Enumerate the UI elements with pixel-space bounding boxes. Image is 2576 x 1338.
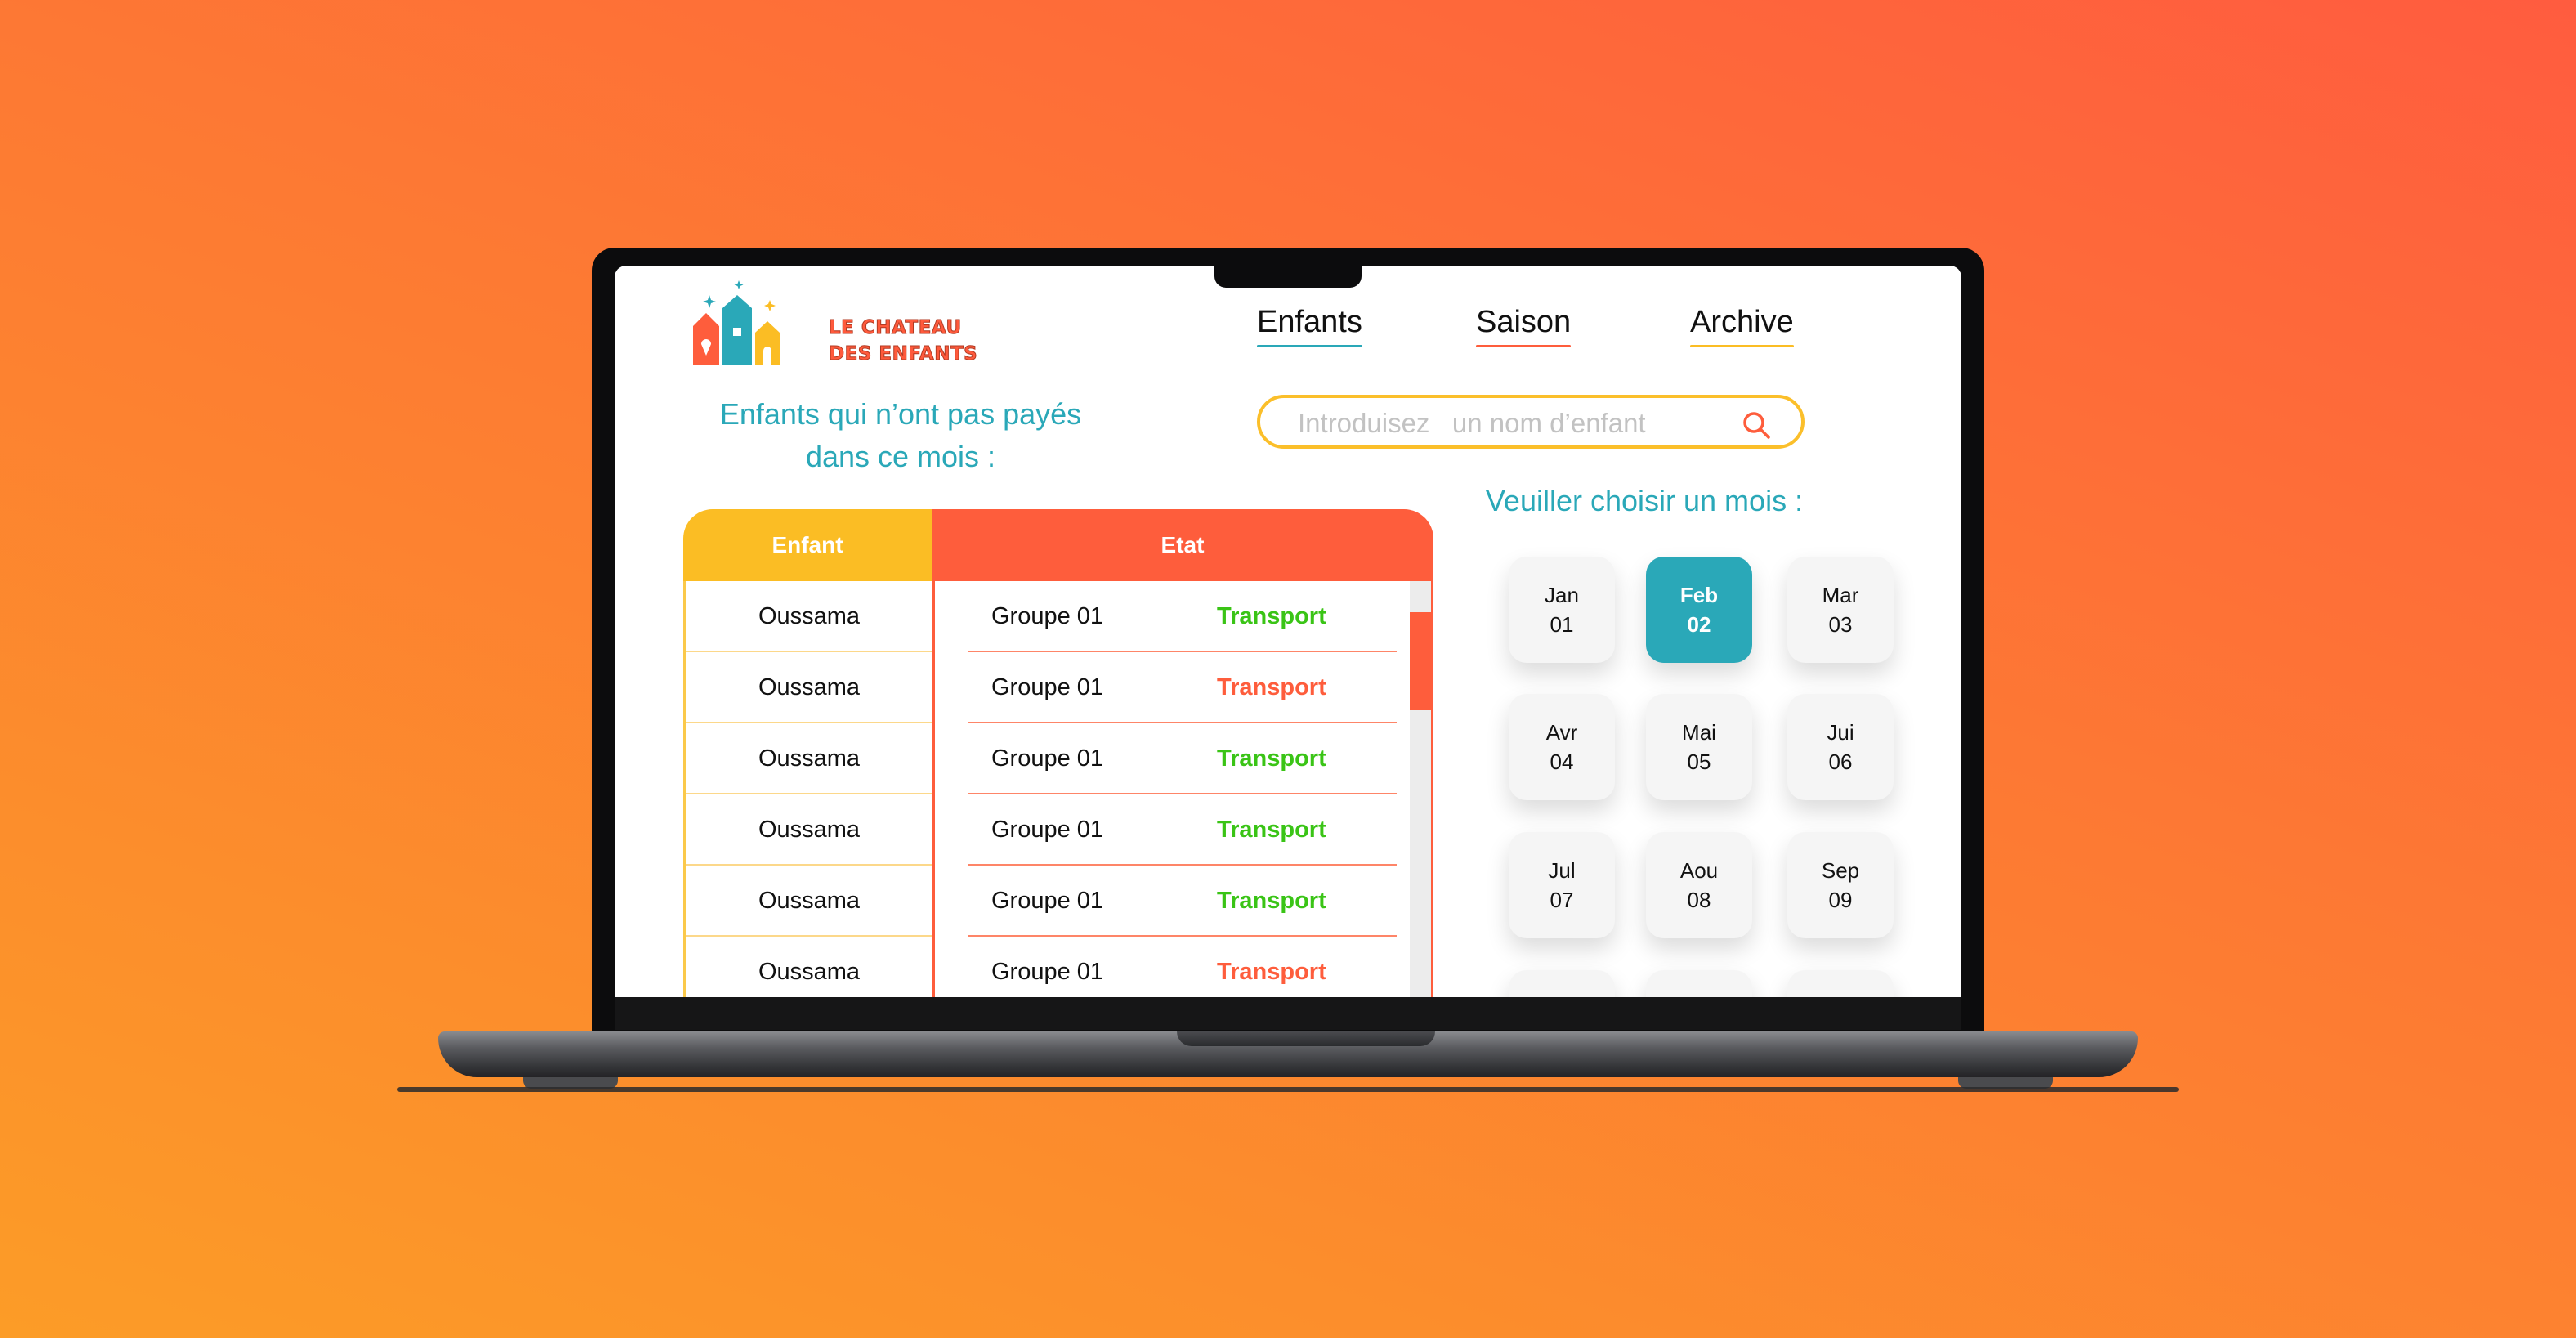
nav-tab-label: Archive: [1690, 305, 1794, 339]
payment-status: Transport: [1217, 959, 1326, 985]
month-number: 08: [1687, 888, 1711, 912]
payment-status: Transport: [1217, 674, 1326, 700]
month-button-mai[interactable]: Mai 05: [1646, 694, 1752, 800]
month-number: 03: [1828, 612, 1853, 637]
background: LE CHATEAU DES ENFANTS Enfants Saison Ar…: [0, 0, 2576, 1338]
month-button-jui[interactable]: Jui 06: [1787, 694, 1894, 800]
base-opening-notch: [1177, 1031, 1435, 1046]
month-name: Sep: [1821, 858, 1860, 883]
brand-line-1: LE CHATEAU: [828, 317, 962, 339]
child-group: Groupe 01: [991, 817, 1104, 843]
month-name: Mar: [1822, 583, 1859, 607]
column-header-enfant: Enfant: [683, 509, 932, 581]
month-name: Jan: [1545, 583, 1579, 607]
month-number: 06: [1828, 750, 1853, 774]
child-name: Oussama: [758, 603, 861, 629]
payment-status: Transport: [1217, 888, 1326, 914]
payment-status: Transport: [1217, 817, 1326, 843]
nav-tab-label: Enfants: [1257, 305, 1362, 339]
table-row[interactable]: Oussama Groupe 01 Transport: [686, 866, 1431, 937]
unpaid-title-line-2: dans ce mois :: [805, 440, 996, 473]
table-row[interactable]: Oussama Groupe 01 Transport: [686, 723, 1431, 794]
nav-tab-archive[interactable]: Archive: [1690, 305, 1794, 347]
child-group: Groupe 01: [991, 603, 1104, 629]
child-group: Groupe 01: [991, 674, 1104, 700]
payment-status: Transport: [1217, 745, 1326, 772]
month-number: 02: [1687, 612, 1711, 637]
month-name: Mai: [1682, 720, 1716, 745]
search-input[interactable]: [1296, 406, 1741, 441]
nav-underline: [1476, 345, 1572, 347]
nav-tab-label: Saison: [1476, 305, 1572, 339]
castle-logo-icon: [693, 280, 780, 365]
month-name: Jul: [1548, 858, 1576, 883]
month-name: Feb: [1679, 583, 1719, 607]
column-header-etat: Etat: [932, 509, 1433, 581]
month-button-aou[interactable]: Aou 08: [1646, 832, 1752, 938]
month-button-offscreen[interactable]: [1509, 970, 1615, 997]
month-number: 01: [1550, 612, 1574, 637]
app-screen: LE CHATEAU DES ENFANTS Enfants Saison Ar…: [615, 266, 1961, 997]
child-name: Oussama: [758, 745, 861, 772]
unpaid-children-title: Enfants qui n’ont pas payés dans ce mois…: [704, 393, 1097, 478]
month-button-mar[interactable]: Mar 03: [1787, 557, 1894, 663]
month-button-feb[interactable]: Feb 02: [1646, 557, 1752, 663]
child-name: Oussama: [758, 674, 861, 700]
child-group: Groupe 01: [991, 959, 1104, 985]
nav-tab-enfants[interactable]: Enfants: [1257, 305, 1362, 347]
nav-underline: [1257, 345, 1362, 347]
payment-status: Transport: [1217, 603, 1326, 629]
laptop-shadow: [397, 1087, 2179, 1092]
table-row[interactable]: Oussama Groupe 01 Transport: [686, 652, 1431, 723]
table-row[interactable]: Oussama Groupe 01 Transport: [686, 794, 1431, 866]
month-button-jul[interactable]: Jul 07: [1509, 832, 1615, 938]
search-box: [1257, 395, 1805, 449]
month-name: Jui: [1827, 720, 1854, 745]
brand-name: LE CHATEAU DES ENFANTS: [828, 315, 978, 367]
nav-tab-saison[interactable]: Saison: [1476, 305, 1572, 347]
search-icon[interactable]: [1741, 409, 1772, 441]
nav-underline: [1690, 345, 1794, 347]
unpaid-title-line-1: Enfants qui n’ont pas payés: [719, 397, 1082, 431]
brand-line-2: DES ENFANTS: [828, 343, 978, 365]
camera-notch: [1214, 263, 1362, 288]
month-button-sep[interactable]: Sep 09: [1787, 832, 1894, 938]
month-button-offscreen[interactable]: [1646, 970, 1752, 997]
table-scrollbar-thumb[interactable]: [1410, 612, 1431, 710]
month-name: Avr: [1545, 720, 1578, 745]
table-body: Oussama Groupe 01 Transport Oussama Groupe 0…: [683, 581, 1433, 997]
child-group: Groupe 01: [991, 888, 1104, 914]
unpaid-table: Enfant Etat Oussama Groupe 01 Transport Ous…: [683, 509, 1433, 997]
month-button-jan[interactable]: Jan 01: [1509, 557, 1615, 663]
month-number: 04: [1550, 750, 1574, 774]
month-button-offscreen[interactable]: [1787, 970, 1894, 997]
month-button-avr[interactable]: Avr 04: [1509, 694, 1615, 800]
child-group: Groupe 01: [991, 745, 1104, 772]
month-number: 05: [1687, 750, 1711, 774]
child-name: Oussama: [758, 817, 861, 843]
child-name: Oussama: [758, 959, 861, 985]
screen-bottom-bezel: [615, 997, 1961, 1030]
month-name: Aou: [1679, 858, 1719, 883]
table-row[interactable]: Oussama Groupe 01 Transport: [686, 937, 1431, 997]
month-number: 07: [1550, 888, 1574, 912]
table-row[interactable]: Oussama Groupe 01 Transport: [686, 581, 1431, 652]
month-picker-title: Veuiller choisir un mois :: [1485, 484, 1804, 517]
month-number: 09: [1828, 888, 1853, 912]
child-name: Oussama: [758, 888, 861, 914]
